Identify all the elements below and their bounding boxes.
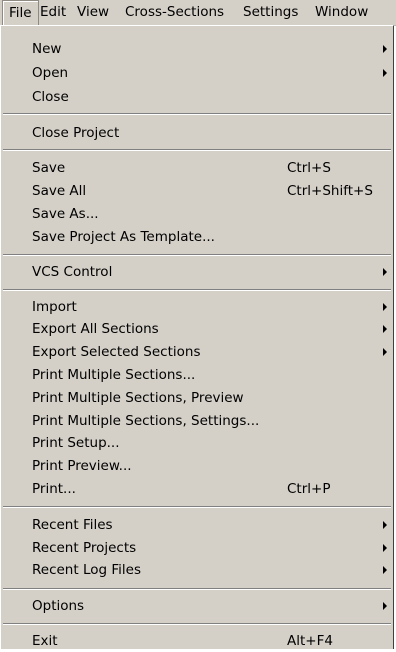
submenu-arrow-icon	[383, 268, 387, 276]
menu-item-options[interactable]: Options	[1, 595, 393, 617]
menu-item-recent-projects[interactable]: Recent Projects	[1, 537, 393, 559]
submenu-arrow-icon	[383, 566, 387, 574]
menu-item-label: Export All Sections	[32, 321, 159, 337]
menu-item-label: Open	[32, 65, 69, 81]
menu-separator	[3, 254, 391, 256]
menu-item-close-project[interactable]: Close Project	[1, 122, 393, 144]
menu-item-label: New	[32, 41, 62, 57]
submenu-arrow-icon	[383, 303, 387, 311]
menu-separator	[3, 588, 391, 590]
menu-separator	[3, 506, 391, 508]
menu-item-save-as[interactable]: Save As...	[1, 203, 393, 225]
menu-item-print-multiple-sections-preview[interactable]: Print Multiple Sections, Preview	[1, 387, 393, 409]
menu-separator	[3, 289, 391, 291]
menu-item-export-all-sections[interactable]: Export All Sections	[1, 318, 393, 340]
menu-item-label: Recent Projects	[32, 540, 137, 556]
menu-separator	[3, 623, 391, 625]
menu-item-label: Close Project	[32, 125, 120, 141]
menu-separator	[3, 149, 391, 151]
submenu-arrow-icon	[383, 348, 387, 356]
menu-item-vcs-control[interactable]: VCS Control	[1, 261, 393, 283]
menu-item-print-preview[interactable]: Print Preview...	[1, 455, 393, 477]
menu-item-print-multiple-sections-settings[interactable]: Print Multiple Sections, Settings...	[1, 410, 393, 432]
shortcut-label: Ctrl+Shift+S	[287, 183, 373, 199]
menu-item-label: Export Selected Sections	[32, 344, 201, 360]
menubar-edit[interactable]: Edit	[34, 0, 72, 25]
menu-item-label: Print Multiple Sections, Preview	[32, 390, 244, 406]
menu-item-label: Recent Log Files	[32, 562, 141, 578]
menubar-view[interactable]: View	[71, 0, 115, 25]
file-menu-dropdown: New Open Close Close Project Save Ctrl+S…	[0, 25, 394, 649]
menu-item-label: Options	[32, 598, 85, 614]
menu-bar: File Edit View Cross-Sections Settings W…	[0, 0, 396, 26]
menu-item-recent-log-files[interactable]: Recent Log Files	[1, 559, 393, 581]
menu-item-label: Print Setup...	[32, 435, 120, 451]
menubar-cross-sections[interactable]: Cross-Sections	[119, 0, 230, 25]
menu-item-label: Print...	[32, 481, 76, 497]
submenu-arrow-icon	[383, 45, 387, 53]
menu-item-label: Print Preview...	[32, 458, 132, 474]
submenu-arrow-icon	[383, 521, 387, 529]
menu-item-label: Save Project As Template...	[32, 229, 215, 245]
submenu-arrow-icon	[383, 325, 387, 333]
menu-item-open[interactable]: Open	[1, 62, 393, 84]
menubar-window[interactable]: Window	[309, 0, 374, 25]
shortcut-label: Ctrl+S	[287, 160, 331, 176]
menubar-settings[interactable]: Settings	[237, 0, 304, 25]
menu-item-import[interactable]: Import	[1, 296, 393, 318]
menu-item-save[interactable]: Save Ctrl+S	[1, 157, 393, 179]
menu-item-label: Close	[32, 89, 69, 105]
menu-item-save-all[interactable]: Save All Ctrl+Shift+S	[1, 180, 393, 202]
menu-item-recent-files[interactable]: Recent Files	[1, 514, 393, 536]
submenu-arrow-icon	[383, 544, 387, 552]
submenu-arrow-icon	[383, 69, 387, 77]
menu-item-label: Save As...	[32, 206, 99, 222]
menu-item-print-multiple-sections[interactable]: Print Multiple Sections...	[1, 364, 393, 386]
menu-item-label: Save	[32, 160, 66, 176]
menu-item-export-selected-sections[interactable]: Export Selected Sections	[1, 341, 393, 363]
menu-item-print[interactable]: Print... Ctrl+P	[1, 478, 393, 500]
menu-item-label: Print Multiple Sections...	[32, 367, 196, 383]
submenu-arrow-icon	[383, 602, 387, 610]
menu-item-label: Save All	[32, 183, 87, 199]
menu-item-new[interactable]: New	[1, 38, 393, 60]
menu-item-label: Import	[32, 299, 77, 315]
menu-item-label: Recent Files	[32, 517, 113, 533]
menu-item-print-setup[interactable]: Print Setup...	[1, 432, 393, 454]
shortcut-label: Ctrl+P	[287, 481, 331, 497]
menu-separator	[3, 113, 391, 115]
menu-item-close[interactable]: Close	[1, 86, 393, 108]
menu-item-label: Print Multiple Sections, Settings...	[32, 413, 260, 429]
menu-item-label: VCS Control	[32, 264, 113, 280]
menu-item-save-project-as-template[interactable]: Save Project As Template...	[1, 226, 393, 248]
